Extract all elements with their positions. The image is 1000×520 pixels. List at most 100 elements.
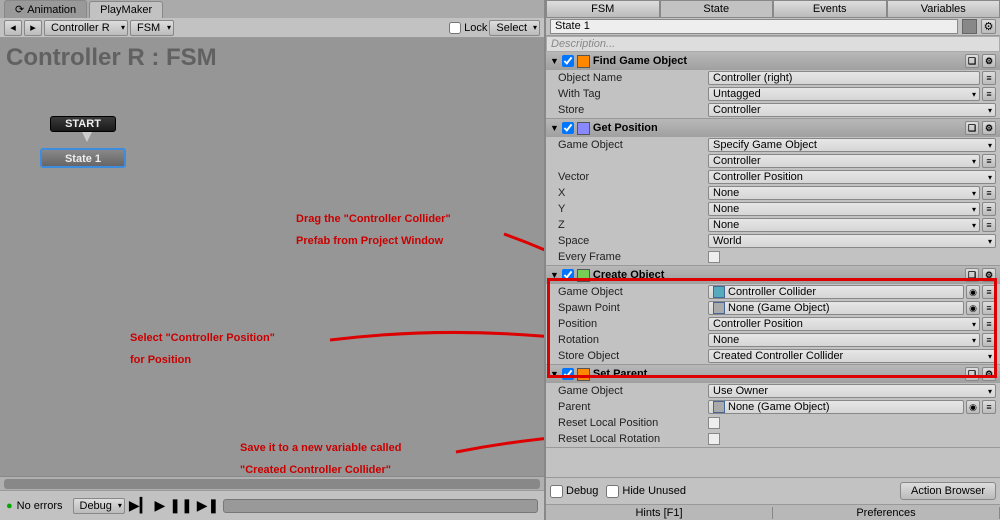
actions-list: ▼ Find Game Object ❏ ⚙ Object NameContro…	[546, 52, 1000, 477]
step-icon[interactable]: ▶❚	[197, 497, 220, 514]
state-header: State 1 ⚙	[546, 18, 1000, 36]
action-icon	[577, 55, 590, 68]
game-object-value-dropdown[interactable]: Controller	[708, 154, 980, 168]
spawn-point-field[interactable]: None (Game Object)	[708, 301, 964, 315]
action-title: Set Parent	[593, 368, 962, 380]
hide-unused-checkbox[interactable]	[606, 485, 619, 498]
action-gear-button[interactable]: ⚙	[982, 268, 996, 282]
state-color-chip[interactable]	[962, 19, 977, 34]
action-enable-checkbox[interactable]	[562, 122, 574, 134]
hide-unused-label: Hide Unused	[622, 485, 686, 497]
position-dropdown[interactable]: Controller Position	[708, 317, 980, 331]
tab-playmaker[interactable]: PlayMaker	[89, 1, 163, 18]
rotation-dropdown[interactable]: None	[708, 333, 980, 347]
game-object-dropdown[interactable]: Specify Game Object	[708, 138, 996, 152]
preferences-button[interactable]: Preferences	[773, 507, 1000, 519]
parent-field[interactable]: None (Game Object)	[708, 400, 964, 414]
y-dropdown[interactable]: None	[708, 202, 980, 216]
timeline-scrollbar[interactable]	[223, 499, 538, 513]
with-tag-dropdown[interactable]: Untagged	[708, 87, 980, 101]
prop-label: Store Object	[550, 350, 708, 362]
play-step-back-icon[interactable]: ▶▎	[129, 497, 151, 514]
nav-back-button[interactable]: ◂	[4, 20, 22, 36]
tab-state[interactable]: State	[660, 0, 774, 18]
var-toggle-button[interactable]: ≡	[982, 333, 996, 347]
action-gear-button[interactable]: ⚙	[982, 54, 996, 68]
lock-checkbox[interactable]	[449, 22, 461, 34]
right-bottom-bar: Debug Hide Unused Action Browser	[546, 477, 1000, 504]
tab-animation[interactable]: ⟳Animation	[4, 0, 87, 18]
action-icon	[577, 122, 590, 135]
help-button[interactable]: ❏	[965, 367, 979, 381]
z-dropdown[interactable]: None	[708, 218, 980, 232]
action-gear-button[interactable]: ⚙	[982, 121, 996, 135]
help-button[interactable]: ❏	[965, 268, 979, 282]
pause-icon[interactable]: ❚❚	[169, 497, 192, 514]
picker-button[interactable]: ◉	[966, 285, 980, 299]
hints-button[interactable]: Hints [F1]	[546, 507, 773, 519]
canvas-title: Controller R : FSM	[6, 44, 217, 72]
action-icon	[577, 269, 590, 282]
disclosure-icon[interactable]: ▼	[550, 369, 559, 379]
prop-label: Spawn Point	[550, 302, 708, 314]
nav-fwd-button[interactable]: ▸	[24, 20, 42, 36]
picker-button[interactable]: ◉	[966, 400, 980, 414]
graph-canvas[interactable]: Controller R : FSM START State 1 Drag th…	[0, 38, 544, 476]
prop-label: Game Object	[550, 139, 708, 151]
object-name-field[interactable]: Controller (right)	[708, 71, 980, 85]
space-dropdown[interactable]: World	[708, 234, 996, 248]
fsm-dropdown[interactable]: FSM	[130, 20, 174, 36]
x-dropdown[interactable]: None	[708, 186, 980, 200]
help-button[interactable]: ❏	[965, 121, 979, 135]
help-button[interactable]: ❏	[965, 54, 979, 68]
store-object-dropdown[interactable]: Created Controller Collider	[708, 349, 996, 363]
right-tabs: FSM State Events Variables	[546, 0, 1000, 18]
var-toggle-button[interactable]: ≡	[982, 202, 996, 216]
canvas-scrollbar[interactable]	[0, 476, 544, 490]
var-toggle-button[interactable]: ≡	[982, 317, 996, 331]
debug-dropdown[interactable]: Debug	[73, 498, 125, 514]
reset-position-checkbox[interactable]	[708, 417, 720, 429]
parent-game-object-dropdown[interactable]: Use Owner	[708, 384, 996, 398]
var-toggle-button[interactable]: ≡	[982, 154, 996, 168]
tab-variables[interactable]: Variables	[887, 0, 1000, 18]
controller-dropdown[interactable]: Controller R	[44, 20, 128, 36]
action-enable-checkbox[interactable]	[562, 55, 574, 67]
create-game-object-field[interactable]: Controller Collider	[708, 285, 964, 299]
action-gear-button[interactable]: ⚙	[982, 367, 996, 381]
tab-fsm[interactable]: FSM	[546, 0, 660, 18]
disclosure-icon[interactable]: ▼	[550, 56, 559, 66]
action-icon	[577, 368, 590, 381]
select-dropdown[interactable]: Select	[489, 20, 540, 36]
reset-rotation-checkbox[interactable]	[708, 433, 720, 445]
debug-checkbox[interactable]	[550, 485, 563, 498]
var-toggle-button[interactable]: ≡	[982, 186, 996, 200]
start-node[interactable]: START	[50, 116, 116, 132]
state-node[interactable]: State 1	[40, 148, 126, 168]
disclosure-icon[interactable]: ▼	[550, 123, 559, 133]
var-toggle-button[interactable]: ≡	[982, 301, 996, 315]
annotation-select: Select "Controller Position" for Positio…	[130, 327, 275, 371]
action-title: Find Game Object	[593, 55, 962, 67]
play-icon[interactable]: ▶	[154, 497, 165, 514]
var-toggle-button[interactable]: ≡	[982, 87, 996, 101]
var-toggle-button[interactable]: ≡	[982, 400, 996, 414]
prefab-icon	[713, 286, 725, 298]
action-get-position: ▼ Get Position ❏ ⚙ Game ObjectSpecify Ga…	[546, 119, 1000, 266]
every-frame-checkbox[interactable]	[708, 251, 720, 263]
state-name-input[interactable]: State 1	[550, 19, 958, 34]
tab-events[interactable]: Events	[773, 0, 887, 18]
state-gear-button[interactable]: ⚙	[981, 19, 996, 34]
store-dropdown[interactable]: Controller	[708, 103, 996, 117]
disclosure-icon[interactable]: ▼	[550, 270, 559, 280]
prop-label: Object Name	[550, 72, 708, 84]
var-toggle-button[interactable]: ≡	[982, 218, 996, 232]
action-enable-checkbox[interactable]	[562, 368, 574, 380]
picker-button[interactable]: ◉	[966, 301, 980, 315]
state-description-input[interactable]: Description...	[546, 36, 1000, 52]
action-enable-checkbox[interactable]	[562, 269, 574, 281]
var-toggle-button[interactable]: ≡	[982, 285, 996, 299]
vector-dropdown[interactable]: Controller Position	[708, 170, 996, 184]
action-browser-button[interactable]: Action Browser	[900, 482, 996, 500]
var-toggle-button[interactable]: ≡	[982, 71, 996, 85]
